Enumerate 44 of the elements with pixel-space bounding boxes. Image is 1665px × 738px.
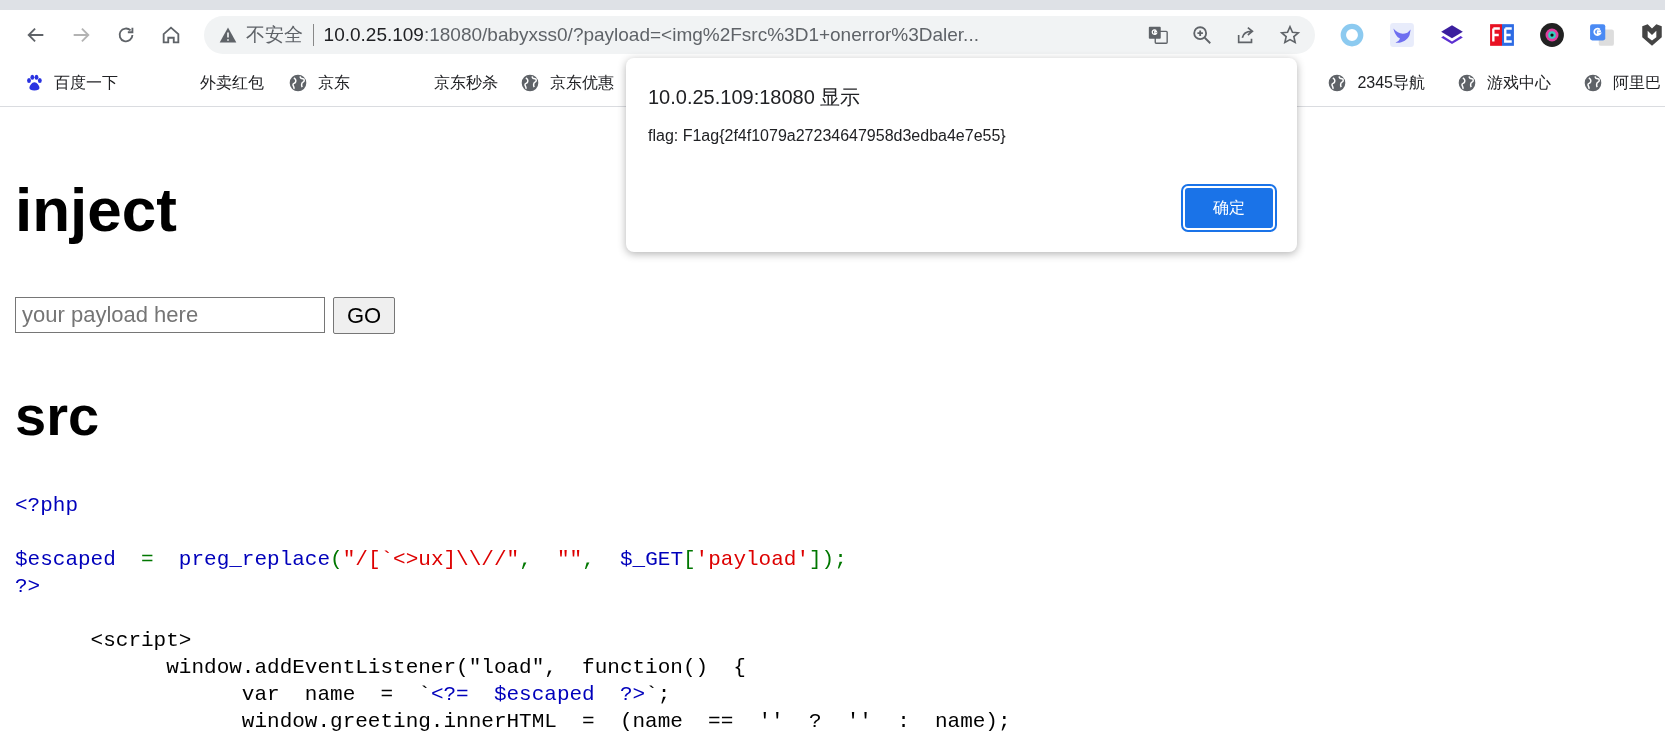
code-line: <?php xyxy=(15,493,78,519)
star-icon xyxy=(1279,24,1302,46)
bookmark-item[interactable]: 京东秒杀 xyxy=(400,68,502,98)
code-line: window.greeting.innerHTML = (name == '' ? '' : name); xyxy=(240,709,1011,735)
globe-icon xyxy=(288,73,308,93)
extension-button[interactable] xyxy=(1639,22,1665,48)
bookmark-item[interactable]: 外卖红包 xyxy=(166,68,268,98)
camera-lens-icon xyxy=(1539,22,1566,48)
dialog-title: 10.0.25.109:18080 显示 xyxy=(648,85,862,110)
payload-input[interactable]: your payload here xyxy=(15,297,325,333)
translate-icon xyxy=(1589,22,1616,48)
shield-icon xyxy=(1639,22,1665,48)
bookmark-item[interactable]: 京东 xyxy=(284,68,354,98)
bookmark-item[interactable]: 京东优惠 xyxy=(516,68,618,98)
bookmark-item[interactable]: 百度一下 xyxy=(20,68,122,98)
go-button[interactable]: GO xyxy=(333,297,396,334)
bookmark-item[interactable]: 2345导航 xyxy=(1323,68,1429,98)
bookmark-star-button[interactable] xyxy=(1279,24,1302,46)
ok-button[interactable]: 确定 xyxy=(1183,186,1275,230)
bookmark-item[interactable]: 阿里巴 xyxy=(1579,68,1665,98)
zoom-in-icon xyxy=(1191,24,1214,46)
paw-icon xyxy=(24,73,44,93)
code-line: $escaped = preg_replace("/[`<>ux]\\//", "", $_GET['payload']); xyxy=(15,547,847,573)
code-line: <script> xyxy=(89,628,192,654)
code-line: ?> xyxy=(15,574,41,600)
warning-icon xyxy=(217,25,238,45)
globe-icon xyxy=(1457,73,1477,93)
section-heading: src xyxy=(15,388,100,444)
url-text: 10.0.25.109:18080/babyxss0/?payload=<img%2Fsrc%3D1+onerror%3Daler... xyxy=(323,24,980,46)
globe-icon xyxy=(1583,73,1603,93)
bird-icon xyxy=(1389,22,1416,48)
translate-button[interactable] xyxy=(1147,24,1170,46)
globe-icon xyxy=(1327,73,1348,93)
address-bar[interactable]: 不安全 10.0.25.109:18080/babyxss0/?payload=<img%2Fsrc%3D1+onerror%3Daler... xyxy=(203,16,1316,54)
extension-button[interactable] xyxy=(1539,22,1566,48)
code-line: window.addEventListener("load", function() { xyxy=(165,655,746,681)
dialog-message: flag: F1ag{2f4f1079a27234647958d3edba4e7e55} xyxy=(648,127,1007,145)
ring-icon xyxy=(1339,22,1366,48)
globe-icon xyxy=(520,73,540,93)
fe-logo-icon xyxy=(1489,22,1516,48)
zoom-button[interactable] xyxy=(1191,24,1214,46)
code-line: var name = `<?= $escaped ?>`; xyxy=(240,682,671,708)
security-label: 不安全 xyxy=(245,23,303,47)
bookmark-item[interactable]: 游戏中心 xyxy=(1453,68,1555,98)
